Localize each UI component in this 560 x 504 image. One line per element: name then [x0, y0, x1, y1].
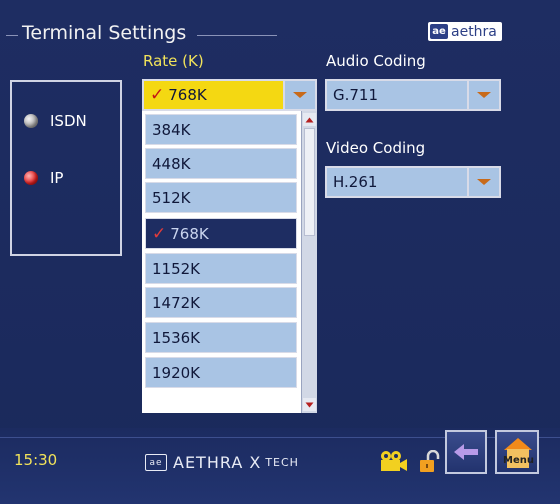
menu-button[interactable]: Menu: [495, 430, 539, 474]
audio-coding-dropdown[interactable]: G.711: [325, 79, 501, 111]
clock: 15:30: [14, 451, 58, 469]
chevron-down-icon: [305, 402, 314, 407]
back-arrow-icon: [454, 444, 478, 460]
rate-options-list[interactable]: 384K 448K 512K ✓ 768K 1152K 1472K 1536K …: [142, 111, 317, 413]
rate-option-label: 768K: [170, 224, 209, 243]
logo-text: aethra: [451, 23, 497, 40]
brand-name: AETHRA X: [173, 453, 262, 472]
network-type-group: [10, 80, 122, 256]
footer-brand: ae AETHRA X TECH: [145, 453, 299, 472]
video-dropdown-arrow[interactable]: [467, 168, 499, 196]
rate-dropdown-arrow[interactable]: [283, 81, 315, 109]
rate-option-label: 1152K: [152, 259, 201, 278]
check-icon: ✓: [150, 85, 165, 105]
terminal-settings-screen: Terminal Settings ae aethra ISDN IP Rate…: [0, 0, 560, 504]
logo-mark: ae: [430, 24, 448, 39]
chevron-down-icon: [477, 92, 491, 98]
title-divider-right: [197, 35, 277, 36]
rate-option-label: 448K: [152, 154, 191, 173]
aethra-logo: ae aethra: [428, 22, 502, 41]
page-title: Terminal Settings: [22, 22, 187, 44]
title-divider-left: [6, 35, 18, 36]
radio-icon: [24, 114, 38, 128]
video-coding-dropdown[interactable]: H.261: [325, 166, 501, 198]
rate-option-label: 384K: [152, 120, 191, 139]
radio-icon: [24, 171, 38, 185]
rate-option-1152[interactable]: 1152K: [145, 253, 297, 284]
check-icon: ✓: [152, 223, 167, 244]
audio-coding-value: G.711: [333, 86, 379, 104]
rate-option-1472[interactable]: 1472K: [145, 287, 297, 318]
video-coding-label: Video Coding: [326, 139, 426, 157]
rate-option-448[interactable]: 448K: [145, 148, 297, 179]
menu-label: Menu: [503, 455, 534, 466]
radio-label-ip: IP: [50, 169, 64, 187]
radio-ip[interactable]: IP: [24, 169, 63, 187]
audio-dropdown-arrow[interactable]: [467, 81, 499, 109]
rate-dropdown[interactable]: ✓ 768K: [142, 79, 317, 111]
video-coding-value: H.261: [333, 173, 378, 191]
rate-option-1536[interactable]: 1536K: [145, 322, 297, 353]
rate-option-768[interactable]: ✓ 768K: [145, 218, 297, 249]
rate-list-scrollbar[interactable]: [301, 111, 317, 413]
rate-option-384[interactable]: 384K: [145, 114, 297, 145]
rate-option-1920[interactable]: 1920K: [145, 357, 297, 388]
rate-option-label: 1472K: [152, 293, 201, 312]
rate-value-wrap: ✓ 768K: [144, 85, 283, 105]
scroll-down-button[interactable]: [303, 398, 316, 411]
brand-suffix: TECH: [265, 456, 299, 469]
rate-option-label: 512K: [152, 188, 191, 207]
chevron-up-icon: [305, 117, 314, 122]
audio-coding-label: Audio Coding: [326, 52, 426, 70]
unlock-icon: [420, 450, 440, 472]
rate-option-512[interactable]: 512K: [145, 182, 297, 213]
rate-option-label: 1920K: [152, 363, 201, 382]
rate-option-label: 1536K: [152, 328, 201, 347]
camera-icon: [381, 451, 407, 471]
scrollbar-thumb[interactable]: [304, 128, 315, 236]
chevron-down-icon: [477, 179, 491, 185]
back-button[interactable]: [445, 430, 487, 474]
radio-label-isdn: ISDN: [50, 112, 87, 130]
scroll-up-button[interactable]: [303, 113, 316, 126]
brand-mark: ae: [145, 454, 167, 471]
rate-label: Rate (K): [143, 52, 204, 70]
rate-value: 768K: [168, 86, 207, 104]
radio-isdn[interactable]: ISDN: [24, 112, 87, 130]
chevron-down-icon: [293, 92, 307, 98]
